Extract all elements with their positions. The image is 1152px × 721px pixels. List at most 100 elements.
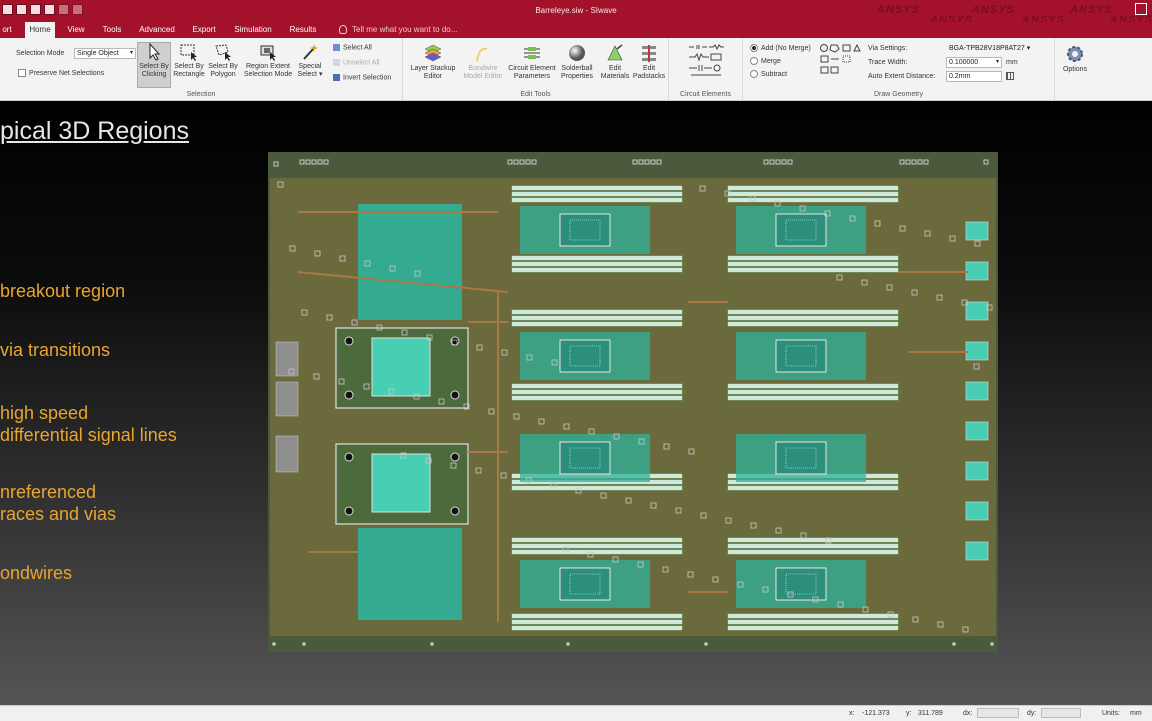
- circuit-elements-group: Circuit Elements: [669, 38, 743, 100]
- ansys-watermark: ANSYS: [877, 4, 920, 16]
- copper-pour: [358, 204, 462, 320]
- add-no-merge-radio[interactable]: Add (No Merge): [750, 44, 811, 52]
- special-select-button[interactable]: Special Select ▾: [296, 43, 324, 87]
- tab-import[interactable]: ort: [0, 22, 14, 38]
- right-pad: [965, 501, 989, 521]
- tab-export[interactable]: Export: [189, 22, 219, 38]
- edge-connector: [275, 435, 299, 473]
- checkbox-icon: [18, 69, 26, 77]
- chip-footprint: [559, 441, 611, 475]
- solderball-properties-button[interactable]: Solderball Properties: [556, 43, 598, 87]
- memory-slot: [511, 549, 683, 555]
- x-coord-value: -121.373: [862, 710, 890, 717]
- selection-group: Selection Mode Single Object ▾ Preserve …: [0, 38, 403, 100]
- options-button[interactable]: Options: [1058, 44, 1092, 86]
- select-by-clicking-button[interactable]: Select By Clicking: [137, 42, 171, 88]
- selection-mode-select[interactable]: Single Object ▾: [74, 48, 136, 59]
- mounting-hole: [344, 390, 354, 400]
- tab-home[interactable]: Home: [25, 22, 55, 39]
- memory-slot: [511, 619, 683, 625]
- right-pad: [965, 541, 989, 561]
- radio-icon: [750, 44, 758, 52]
- restore-window-button[interactable]: [1135, 3, 1147, 15]
- right-pad: [965, 341, 989, 361]
- rectangle-select-icon: [180, 44, 197, 61]
- memory-slot: [511, 383, 683, 389]
- tab-results[interactable]: Results: [287, 22, 319, 38]
- gear-icon: [1067, 46, 1083, 62]
- pcb-layout-view[interactable]: [268, 152, 998, 652]
- memory-slot: [511, 255, 683, 261]
- auto-extent-distance-input[interactable]: 0.2mm: [946, 71, 1002, 82]
- trace-width-label: Trace Width:: [868, 59, 908, 66]
- circuit-element-parameters-button[interactable]: Circuit Element Parameters: [507, 43, 557, 87]
- invert-selection-button[interactable]: Invert Selection: [333, 74, 391, 81]
- lightbulb-icon: [339, 25, 347, 35]
- trace-width-unit: mm: [1006, 59, 1018, 66]
- right-pad: [965, 301, 989, 321]
- selection-group-label: Selection: [186, 91, 216, 98]
- memory-slot: [511, 485, 683, 491]
- grid-snap-icon[interactable]: [1006, 72, 1014, 80]
- draw-geometry-group: Add (No Merge) Merge Subtract Via Settin…: [743, 38, 1055, 100]
- edit-materials-button[interactable]: Edit Materials: [597, 43, 633, 87]
- chip-footprint: [775, 213, 827, 247]
- memory-slot: [511, 321, 683, 327]
- right-pad: [965, 221, 989, 241]
- edge-connector: [275, 381, 299, 417]
- merge-radio[interactable]: Merge: [750, 57, 781, 65]
- right-pad: [965, 421, 989, 441]
- bga-die: [371, 453, 431, 513]
- tab-tools[interactable]: Tools: [99, 22, 125, 38]
- memory-slot: [511, 197, 683, 203]
- tab-advanced[interactable]: Advanced: [137, 22, 177, 38]
- memory-slot: [511, 389, 683, 395]
- memory-slot: [727, 625, 899, 631]
- subtract-radio[interactable]: Subtract: [750, 70, 787, 78]
- title-bar: Barreleye.siw - SIwave ANSYS ANSYS ANSYS…: [0, 0, 1152, 26]
- bullet-bondwires: ondwires: [0, 563, 73, 583]
- memory-slot: [511, 267, 683, 273]
- chip-footprint: [559, 567, 611, 601]
- chevron-down-icon: ▾: [317, 71, 323, 78]
- mounting-hole: [450, 452, 460, 462]
- edit-padstacks-button[interactable]: Edit Padstacks: [632, 43, 666, 87]
- memory-slot: [511, 537, 683, 543]
- select-all-button[interactable]: Select All: [333, 44, 372, 51]
- memory-slot: [511, 613, 683, 619]
- unselect-all-icon: [333, 59, 340, 66]
- layer-stackup-editor-button[interactable]: Layer Stackup Editor: [407, 43, 459, 87]
- right-pad: [965, 381, 989, 401]
- memory-slot: [727, 543, 899, 549]
- memory-slot: [727, 395, 899, 401]
- trace-width-input[interactable]: 0.100000 ▾: [946, 57, 1002, 68]
- invert-selection-icon: [333, 74, 340, 81]
- tab-view[interactable]: View: [63, 22, 89, 38]
- via-settings-select[interactable]: BGA-TPB28V18P8AT27 ▾: [946, 43, 1034, 54]
- region-extent-selection-mode-button[interactable]: Region Extent Selection Mode: [240, 43, 296, 87]
- dx-value-box: [977, 708, 1019, 718]
- bottom-edge-marker: [704, 642, 708, 646]
- bondwire-icon: [476, 47, 488, 62]
- preserve-net-selections-checkbox[interactable]: Preserve Net Selections: [18, 69, 104, 77]
- unselect-all-button[interactable]: Unselect All: [333, 59, 380, 66]
- edit-tools-group: Layer Stackup Editor Bondwire Model Editor…: [403, 38, 669, 100]
- bga-die: [371, 337, 431, 397]
- memory-slot: [727, 309, 899, 315]
- memory-slot: [727, 185, 899, 191]
- bondwire-model-editor-button[interactable]: Bondwire Model Editor: [458, 43, 508, 87]
- copper-pour: [358, 528, 462, 620]
- polygon-select-icon: [215, 44, 231, 61]
- tab-simulation[interactable]: Simulation: [230, 22, 276, 38]
- memory-slot: [727, 537, 899, 543]
- ansys-watermark: ANSYS: [972, 4, 1015, 16]
- cursor-icon: [149, 43, 161, 61]
- circuit-elements-gallery[interactable]: [687, 43, 725, 79]
- tell-me-search[interactable]: Tell me what you want to do...: [339, 22, 457, 38]
- select-by-polygon-button[interactable]: Select By Polygon: [206, 43, 240, 87]
- memory-slot: [727, 191, 899, 197]
- units-label: Units:: [1102, 710, 1120, 717]
- mounting-hole: [450, 390, 460, 400]
- draw-shapes-gallery[interactable]: [819, 43, 863, 77]
- select-by-rectangle-button[interactable]: Select By Rectangle: [171, 43, 207, 87]
